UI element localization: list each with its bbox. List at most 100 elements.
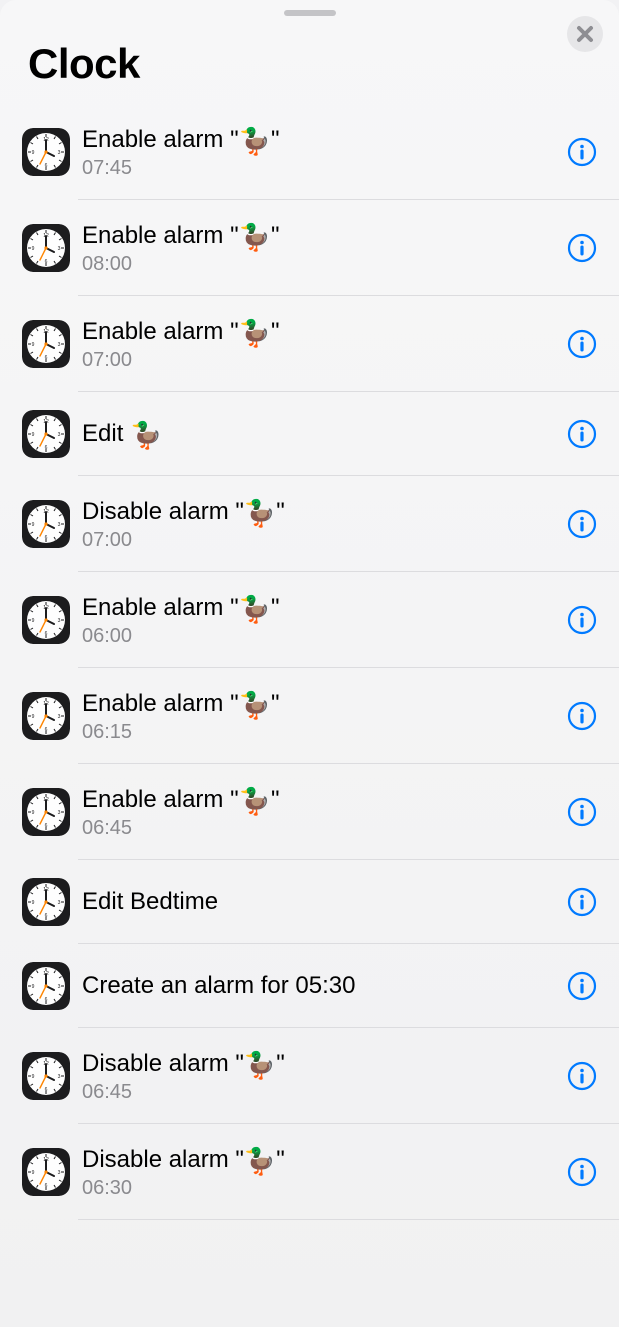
close-button[interactable] [567, 16, 603, 52]
info-icon [567, 233, 597, 263]
item-title-suffix: " [271, 785, 280, 815]
info-button[interactable] [567, 797, 597, 827]
page-title: Clock [28, 40, 591, 88]
item-title-prefix: Disable alarm " [82, 1145, 244, 1175]
item-title-prefix: Edit Bedtime [82, 887, 218, 917]
clock-app-icon [22, 788, 70, 836]
item-title: Edit 🦆 [82, 419, 555, 449]
duck-emoji-icon: 🦆 [239, 692, 271, 718]
info-button[interactable] [567, 419, 597, 449]
item-text: Enable alarm "🦆"07:00 [82, 317, 555, 372]
item-title-prefix: Enable alarm " [82, 125, 239, 155]
item-text: Disable alarm "🦆"06:45 [82, 1049, 555, 1104]
item-text: Enable alarm "🦆"08:00 [82, 221, 555, 276]
clock-app-icon [22, 878, 70, 926]
list-item[interactable]: Disable alarm "🦆"06:45 [0, 1028, 619, 1124]
info-button[interactable] [567, 233, 597, 263]
item-title: Enable alarm "🦆" [82, 593, 555, 623]
list-item[interactable]: Enable alarm "🦆"06:15 [0, 668, 619, 764]
duck-emoji-icon: 🦆 [244, 1148, 276, 1174]
info-button[interactable] [567, 137, 597, 167]
info-button[interactable] [567, 605, 597, 635]
info-button[interactable] [567, 509, 597, 539]
item-subtitle: 06:45 [82, 817, 555, 840]
item-title-suffix: " [271, 221, 280, 251]
list-item[interactable]: Create an alarm for 05:30 [0, 944, 619, 1028]
duck-emoji-icon: 🦆 [239, 788, 271, 814]
list-item[interactable]: Enable alarm "🦆"06:00 [0, 572, 619, 668]
clock-app-icon [22, 596, 70, 644]
info-icon [567, 701, 597, 731]
info-button[interactable] [567, 701, 597, 731]
item-title-suffix: " [271, 125, 280, 155]
item-title-suffix: " [271, 317, 280, 347]
clock-app-icon [22, 962, 70, 1010]
item-title-suffix: " [276, 1145, 285, 1175]
list-item[interactable]: Edit 🦆 [0, 392, 619, 476]
info-button[interactable] [567, 329, 597, 359]
duck-emoji-icon: 🦆 [239, 224, 271, 250]
sheet-grabber[interactable] [284, 10, 336, 16]
item-title-prefix: Disable alarm " [82, 1049, 244, 1079]
info-button[interactable] [567, 1061, 597, 1091]
clock-app-icon [22, 1148, 70, 1196]
item-subtitle: 08:00 [82, 253, 555, 276]
item-subtitle: 06:30 [82, 1177, 555, 1200]
info-icon [567, 419, 597, 449]
item-subtitle: 06:45 [82, 1081, 555, 1104]
info-button[interactable] [567, 971, 597, 1001]
item-text: Edit Bedtime [82, 887, 555, 917]
item-text: Enable alarm "🦆"06:15 [82, 689, 555, 744]
list-item[interactable]: Edit Bedtime [0, 860, 619, 944]
item-text: Enable alarm "🦆"06:45 [82, 785, 555, 840]
item-text: Edit 🦆 [82, 419, 555, 449]
item-subtitle: 07:00 [82, 349, 555, 372]
info-button[interactable] [567, 887, 597, 917]
item-title: Enable alarm "🦆" [82, 125, 555, 155]
item-title: Enable alarm "🦆" [82, 785, 555, 815]
clock-app-icon [22, 320, 70, 368]
item-title: Enable alarm "🦆" [82, 317, 555, 347]
item-title-prefix: Enable alarm " [82, 785, 239, 815]
item-title-prefix: Enable alarm " [82, 221, 239, 251]
info-icon [567, 509, 597, 539]
info-icon [567, 137, 597, 167]
list-item[interactable]: Enable alarm "🦆"07:00 [0, 296, 619, 392]
clock-app-icon [22, 128, 70, 176]
item-title: Edit Bedtime [82, 887, 555, 917]
close-icon [569, 18, 601, 50]
duck-emoji-icon: 🦆 [244, 1052, 276, 1078]
info-icon [567, 971, 597, 1001]
item-subtitle: 07:00 [82, 529, 555, 552]
item-subtitle: 06:15 [82, 721, 555, 744]
item-title-prefix: Edit [82, 419, 130, 449]
item-text: Create an alarm for 05:30 [82, 971, 555, 1001]
item-title-suffix: " [276, 497, 285, 527]
info-icon [567, 1157, 597, 1187]
list-item[interactable]: Disable alarm "🦆"07:00 [0, 476, 619, 572]
item-subtitle: 06:00 [82, 625, 555, 648]
list-item[interactable]: Enable alarm "🦆"08:00 [0, 200, 619, 296]
duck-emoji-icon: 🦆 [239, 320, 271, 346]
item-title: Enable alarm "🦆" [82, 221, 555, 251]
item-title: Disable alarm "🦆" [82, 1049, 555, 1079]
clock-app-icon [22, 224, 70, 272]
item-title-suffix: " [271, 689, 280, 719]
clock-app-icon [22, 500, 70, 548]
clock-app-icon [22, 410, 70, 458]
list-item[interactable]: Enable alarm "🦆"07:45 [0, 104, 619, 200]
item-subtitle: 07:45 [82, 157, 555, 180]
info-icon [567, 1061, 597, 1091]
clock-app-icon [22, 692, 70, 740]
list-item[interactable]: Disable alarm "🦆"06:30 [0, 1124, 619, 1220]
duck-emoji-icon: 🦆 [244, 500, 276, 526]
item-text: Enable alarm "🦆"06:00 [82, 593, 555, 648]
item-title-prefix: Enable alarm " [82, 689, 239, 719]
item-title-prefix: Create an alarm for 05:30 [82, 971, 355, 1001]
list-item[interactable]: Enable alarm "🦆"06:45 [0, 764, 619, 860]
info-icon [567, 797, 597, 827]
duck-emoji-icon: 🦆 [239, 128, 271, 154]
info-button[interactable] [567, 1157, 597, 1187]
clock-app-icon [22, 1052, 70, 1100]
item-title: Create an alarm for 05:30 [82, 971, 555, 1001]
